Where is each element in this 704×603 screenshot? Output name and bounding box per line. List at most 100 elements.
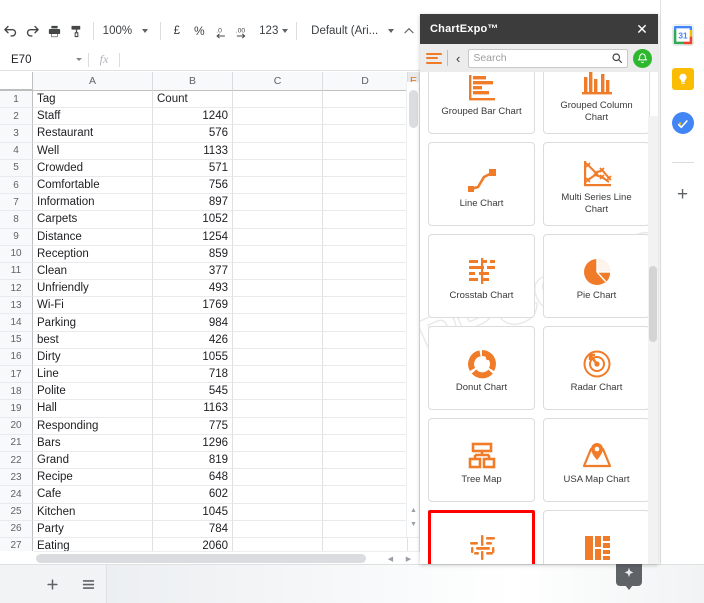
- column-header-c[interactable]: C: [233, 72, 323, 91]
- cell-c8[interactable]: [233, 211, 323, 229]
- scroll-right-icon[interactable]: ▶: [403, 554, 414, 563]
- number-format-selector[interactable]: 123: [255, 19, 290, 43]
- cell-d25[interactable]: [323, 503, 408, 521]
- cell-d2[interactable]: [323, 108, 408, 126]
- sheet-tabs-area[interactable]: [106, 564, 704, 603]
- chart-card-usa-map-chart[interactable]: USA Map Chart: [543, 418, 650, 502]
- chart-card-grouped-bar-chart[interactable]: Grouped Bar Chart: [428, 72, 535, 134]
- row-header[interactable]: 3: [0, 125, 33, 143]
- chart-card-radar-chart[interactable]: Radar Chart: [543, 326, 650, 410]
- cell-a11[interactable]: Clean: [33, 262, 153, 281]
- cell-a20[interactable]: Responding: [33, 417, 153, 435]
- cell-d23[interactable]: [323, 469, 408, 487]
- formula-input[interactable]: [120, 49, 420, 71]
- cell-c17[interactable]: [233, 366, 323, 384]
- cell-a19[interactable]: Hall: [33, 400, 153, 418]
- row-header[interactable]: 25: [0, 503, 33, 521]
- cell-a8[interactable]: Carpets: [33, 211, 153, 229]
- row-header[interactable]: 6: [0, 176, 33, 195]
- close-icon[interactable]: ✕: [636, 22, 648, 36]
- chevron-down-icon-font[interactable]: [388, 29, 395, 33]
- cell-b14[interactable]: 984: [153, 314, 233, 332]
- cell-c10[interactable]: [233, 245, 323, 263]
- cell-b17[interactable]: 718: [153, 366, 233, 384]
- scroll-left-icon[interactable]: ◀: [385, 554, 396, 563]
- cell-c4[interactable]: [233, 142, 323, 160]
- cell-c5[interactable]: [233, 159, 323, 177]
- scroll-down-icon[interactable]: ▼: [409, 520, 418, 529]
- cell-b5[interactable]: 571: [153, 159, 233, 177]
- cell-a27[interactable]: Eating: [33, 537, 153, 551]
- cell-d1[interactable]: [323, 91, 408, 109]
- currency-format-button[interactable]: £: [167, 19, 187, 43]
- cell-a21[interactable]: Bars: [33, 434, 153, 452]
- cell-b23[interactable]: 648: [153, 469, 233, 487]
- column-header-b[interactable]: B: [153, 72, 233, 91]
- add-sheet-icon[interactable]: [34, 569, 70, 599]
- cell-a3[interactable]: Restaurant: [33, 125, 153, 143]
- chart-card-grouped-column-chart[interactable]: Grouped Column Chart: [543, 72, 650, 134]
- name-box[interactable]: E70: [0, 49, 88, 71]
- cell-d17[interactable]: [323, 366, 408, 384]
- cell-c21[interactable]: [233, 434, 323, 452]
- redo-icon[interactable]: [22, 18, 44, 44]
- cell-a6[interactable]: Comfortable: [33, 176, 153, 195]
- cell-d12[interactable]: [323, 280, 408, 298]
- cell-b26[interactable]: 784: [153, 520, 233, 538]
- cell-d11[interactable]: [323, 262, 408, 281]
- cell-c26[interactable]: [233, 520, 323, 538]
- cell-d10[interactable]: [323, 245, 408, 263]
- cell-c19[interactable]: [233, 400, 323, 418]
- cell-b11[interactable]: 377: [153, 262, 233, 281]
- column-header-a[interactable]: A: [33, 72, 153, 91]
- cell-c11[interactable]: [233, 262, 323, 281]
- cell-a13[interactable]: Wi-Fi: [33, 297, 153, 315]
- row-header[interactable]: 19: [0, 400, 33, 418]
- cell-d8[interactable]: [323, 211, 408, 229]
- font-selector[interactable]: Default (Ari...: [303, 19, 382, 43]
- panel-scroll-thumb[interactable]: [649, 266, 657, 342]
- row-header[interactable]: 26: [0, 520, 33, 538]
- chart-card-partition-chart[interactable]: Partition Chart: [543, 510, 650, 564]
- cell-b25[interactable]: 1045: [153, 503, 233, 521]
- cell-a17[interactable]: Line: [33, 366, 153, 384]
- search-input[interactable]: [473, 52, 611, 64]
- row-header[interactable]: 12: [0, 280, 33, 298]
- cell-c6[interactable]: [233, 176, 323, 195]
- chart-list[interactable]: PPCexpo Grouped Bar Chart Grouped Column …: [420, 72, 658, 564]
- vertical-scroll-thumb[interactable]: [409, 90, 418, 128]
- cell-a16[interactable]: Dirty: [33, 348, 153, 366]
- row-header[interactable]: 4: [0, 142, 33, 160]
- cell-c13[interactable]: [233, 297, 323, 315]
- chevron-down-icon-namebox[interactable]: [76, 58, 82, 61]
- cell-a26[interactable]: Party: [33, 520, 153, 538]
- cell-a5[interactable]: Crowded: [33, 159, 153, 177]
- bell-icon[interactable]: [633, 48, 652, 68]
- cell-d6[interactable]: [323, 176, 408, 195]
- row-header[interactable]: 27: [0, 537, 33, 551]
- row-header[interactable]: 18: [0, 383, 33, 401]
- cell-c14[interactable]: [233, 314, 323, 332]
- cell-d13[interactable]: [323, 297, 408, 315]
- cell-b15[interactable]: 426: [153, 331, 233, 349]
- cell-a25[interactable]: Kitchen: [33, 503, 153, 521]
- cell-a14[interactable]: Parking: [33, 314, 153, 332]
- cell-b21[interactable]: 1296: [153, 434, 233, 452]
- row-header[interactable]: 17: [0, 366, 33, 384]
- percent-format-button[interactable]: %: [187, 19, 212, 43]
- cell-b24[interactable]: 602: [153, 486, 233, 504]
- search-box[interactable]: [468, 48, 628, 68]
- cell-c18[interactable]: [233, 383, 323, 401]
- cell-c9[interactable]: [233, 228, 323, 246]
- zoom-selector[interactable]: 100%: [100, 19, 138, 43]
- chart-card-tree-map[interactable]: Tree Map: [428, 418, 535, 502]
- cell-d26[interactable]: [323, 520, 408, 538]
- row-header[interactable]: 9: [0, 228, 33, 246]
- cell-a23[interactable]: Recipe: [33, 469, 153, 487]
- collapse-toolbar-icon[interactable]: [398, 18, 420, 44]
- cell-c1[interactable]: [233, 91, 323, 109]
- cell-c22[interactable]: [233, 451, 323, 470]
- all-sheets-icon[interactable]: [70, 569, 106, 599]
- cell-d20[interactable]: [323, 417, 408, 435]
- hamburger-menu-icon[interactable]: [426, 52, 442, 64]
